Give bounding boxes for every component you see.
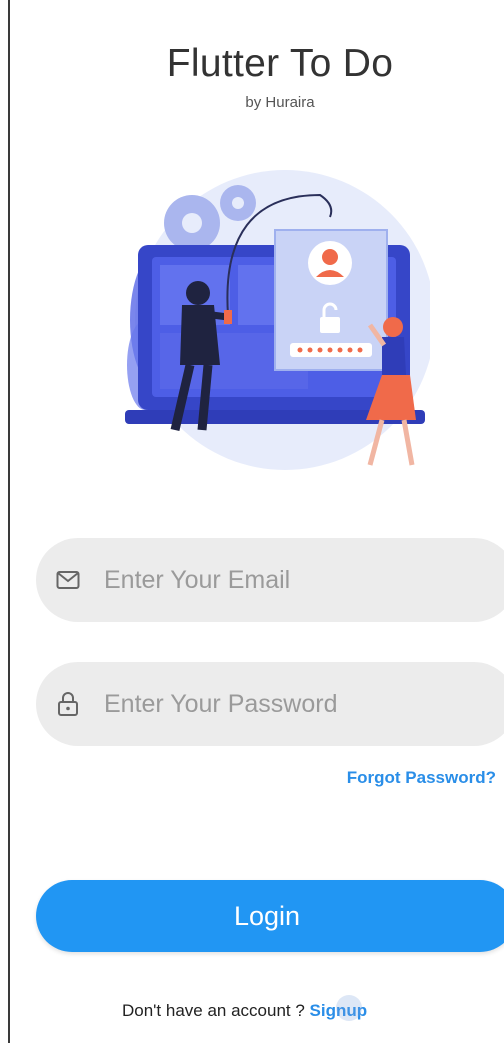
login-button[interactable]: Login [36,880,504,952]
mail-icon [54,566,82,594]
forgot-password-link[interactable]: Forgot Password? [347,768,496,788]
email-input[interactable] [102,564,486,596]
login-illustration [125,170,430,470]
signup-link[interactable]: Signup [310,995,367,1021]
signup-prompt-text: Don't have an account ? [122,1001,310,1020]
signup-prompt: Don't have an account ? Signup [122,995,367,1021]
email-field[interactable] [36,538,504,622]
lock-icon [54,690,82,718]
touch-ripple [335,995,362,1021]
password-input[interactable] [102,688,486,720]
password-field[interactable] [36,662,504,746]
app-subtitle: by Huraira [245,94,315,111]
left-edge-divider [8,0,10,1043]
app-title: Flutter To Do [166,42,394,85]
